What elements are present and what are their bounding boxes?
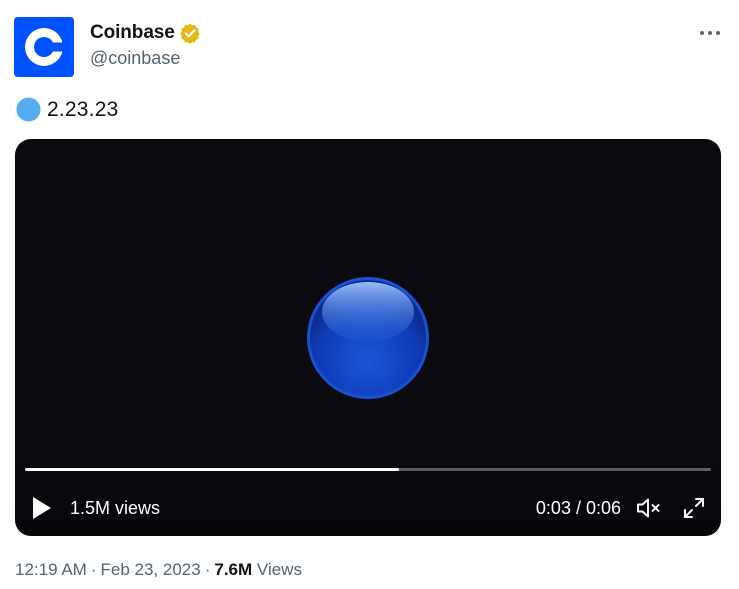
more-options-button[interactable] — [696, 22, 724, 44]
muted-speaker-icon — [637, 498, 660, 518]
video-views-count: 1.5M views — [70, 498, 161, 518]
play-button[interactable] — [31, 495, 53, 521]
tweet-views-count: 7.6M — [214, 560, 253, 579]
video-progress-bar[interactable] — [25, 468, 711, 471]
tweet-time[interactable]: 12:19 AM — [15, 560, 87, 579]
tweet-date[interactable]: Feb 23, 2023 — [101, 560, 201, 579]
author-name-row: Coinbase — [90, 22, 201, 44]
video-progress-fill — [25, 468, 399, 471]
tweet-views-label: Views — [256, 560, 302, 579]
fullscreen-icon — [684, 498, 704, 518]
video-time: 0:03 / 0:06 — [535, 498, 621, 518]
meta-separator: · — [204, 560, 211, 579]
more-icon — [700, 31, 720, 35]
avatar[interactable] — [14, 17, 74, 77]
video-controls-shade — [15, 446, 721, 536]
video-player[interactable]: 1.5M views 0:03 / 0:06 — [15, 139, 721, 536]
coinbase-logo-icon — [14, 17, 74, 77]
tweet-text: 2.23.23 — [47, 97, 119, 121]
author-handle[interactable]: @coinbase — [90, 48, 180, 69]
tweet-text-row: 2.23.23 — [16, 97, 118, 122]
fullscreen-button[interactable] — [682, 496, 706, 520]
mute-button[interactable] — [636, 496, 662, 520]
meta-separator: · — [90, 560, 97, 579]
blue-sphere-image — [306, 276, 430, 400]
author-display-name[interactable]: Coinbase — [90, 22, 175, 44]
blue-circle-emoji-icon — [16, 97, 41, 122]
tweet: Coinbase @coinbase 2.23.23 1.5M views 0:… — [0, 0, 739, 589]
tweet-meta: 12:19 AM · Feb 23, 2023 · 7.6M Views — [15, 560, 302, 580]
verified-badge-icon[interactable] — [179, 22, 201, 44]
play-icon — [33, 497, 51, 519]
